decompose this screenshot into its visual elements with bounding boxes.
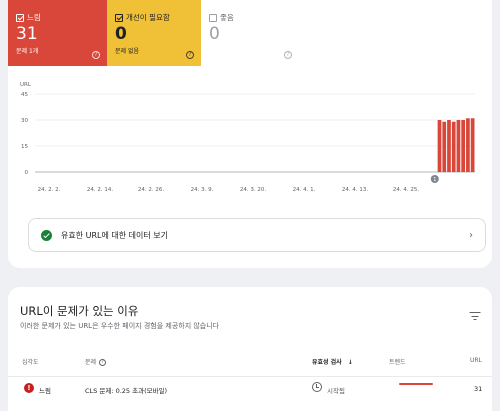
filter-icon[interactable] [469,311,480,321]
row-severity: 느림 [39,387,51,395]
row-url-count: 31 [474,385,483,393]
needs-improvement-count: 0 [115,24,127,44]
good-label: 좋음 [220,13,234,22]
table-row[interactable]: ! 느림 CLS 문제: 0.25 초과(모바일) 시작됨 31 [8,377,492,399]
poor-tile-header: 느림 [16,12,41,23]
needs-improvement-tile-header: 개선이 필요함 [115,12,170,23]
bar [456,120,461,172]
y-tick-label: 45 [21,92,28,98]
performance-summary-card: 느림 31 문제 1개 ? 개선이 필요함 0 문제 없음 ? 좋음 0 ? U… [8,0,492,268]
annotation-label: 1 [433,177,436,183]
good-tile-header: 좋음 [209,12,234,23]
chevron-right-icon: › [469,230,473,241]
issues-card: URL이 문제가 있는 이유 이러한 문제가 있는 URL은 우수한 페이지 경… [8,287,492,411]
x-tick-label: 24. 2. 2. [38,187,61,193]
poor-tile[interactable]: 느림 31 문제 1개 ? [8,0,107,66]
y-tick-label: 30 [21,118,28,124]
help-icon[interactable]: ? [92,51,100,59]
needs-improvement-checkbox-icon[interactable] [115,13,123,22]
check-circle-icon [41,229,52,241]
error-icon: ! [24,383,34,393]
y-tick-label: 15 [21,144,28,150]
bar [451,121,456,172]
y-tick-label: 0 [25,170,29,176]
column-header-urls[interactable]: URL [470,357,482,364]
y-axis-label: URL [20,82,32,88]
issues-title: URL이 문제가 있는 이유 [20,304,139,318]
column-header-validation[interactable]: 유효성 검사 ↓ [312,357,353,366]
clock-icon [312,382,322,392]
column-header-trend[interactable]: 트렌드 [389,357,406,366]
x-tick-label: 24. 4. 13. [342,187,368,193]
needs-improvement-tile[interactable]: 개선이 필요함 0 문제 없음 ? [107,0,201,66]
x-tick-label: 24. 3. 9. [191,187,214,193]
chart-svg: URL 0 15 30 45 24. 2. 2. 24. 2. 14. 24. 2. 26. 2… [20,82,475,193]
poor-label: 느림 [27,13,41,22]
row-validation-status: 시작됨 [327,387,345,395]
x-tick-label: 24. 3. 20. [240,187,266,193]
issues-subtitle: 이러한 문제가 있는 URL은 우수한 페이지 경험을 제공하지 않습니다 [20,322,220,330]
view-valid-urls-label: 유효한 URL에 대한 데이터 보기 [61,230,169,240]
url-trend-chart: URL 0 15 30 45 24. 2. 2. 24. 2. 14. 24. 2. 26. 2… [8,78,492,200]
column-header-issue[interactable]: 문제? [85,357,107,366]
good-checkbox-icon[interactable] [209,13,217,22]
x-tick-label: 24. 2. 26. [138,187,164,193]
poor-checkbox-icon[interactable] [16,13,24,22]
summary-tiles: 느림 31 문제 1개 ? 개선이 필요함 0 문제 없음 ? 좋음 0 ? [8,0,492,66]
column-header-issue-label: 문제 [85,359,97,366]
needs-improvement-subtext: 문제 없음 [115,48,139,55]
help-icon[interactable]: ? [99,359,107,366]
needs-improvement-label: 개선이 필요함 [126,13,170,22]
bar [437,120,442,172]
column-header-validation-label: 유효성 검사 [312,359,342,366]
bar [461,120,466,172]
x-tick-label: 24. 4. 25. [393,187,419,193]
help-icon[interactable]: ? [284,51,292,59]
column-header-severity[interactable]: 심각도 [22,357,39,366]
sort-arrow-icon: ↓ [347,359,353,366]
poor-subtext: 문제 1개 [16,48,39,55]
poor-count: 31 [16,24,38,44]
good-tile[interactable]: 좋음 0 ? [201,0,299,66]
x-tick-label: 24. 4. 1. [293,187,316,193]
view-valid-urls-button[interactable]: 유효한 URL에 대한 데이터 보기 › [28,218,486,252]
good-count: 0 [209,24,220,44]
bar [447,120,451,172]
row-trend-sparkline [399,383,433,385]
x-tick-label: 24. 2. 14. [87,187,113,193]
bar [466,118,470,172]
row-issue: CLS 문제: 0.25 초과(모바일) [85,387,168,395]
help-icon[interactable]: ? [186,51,194,59]
bar [470,118,475,172]
bar [442,121,447,172]
